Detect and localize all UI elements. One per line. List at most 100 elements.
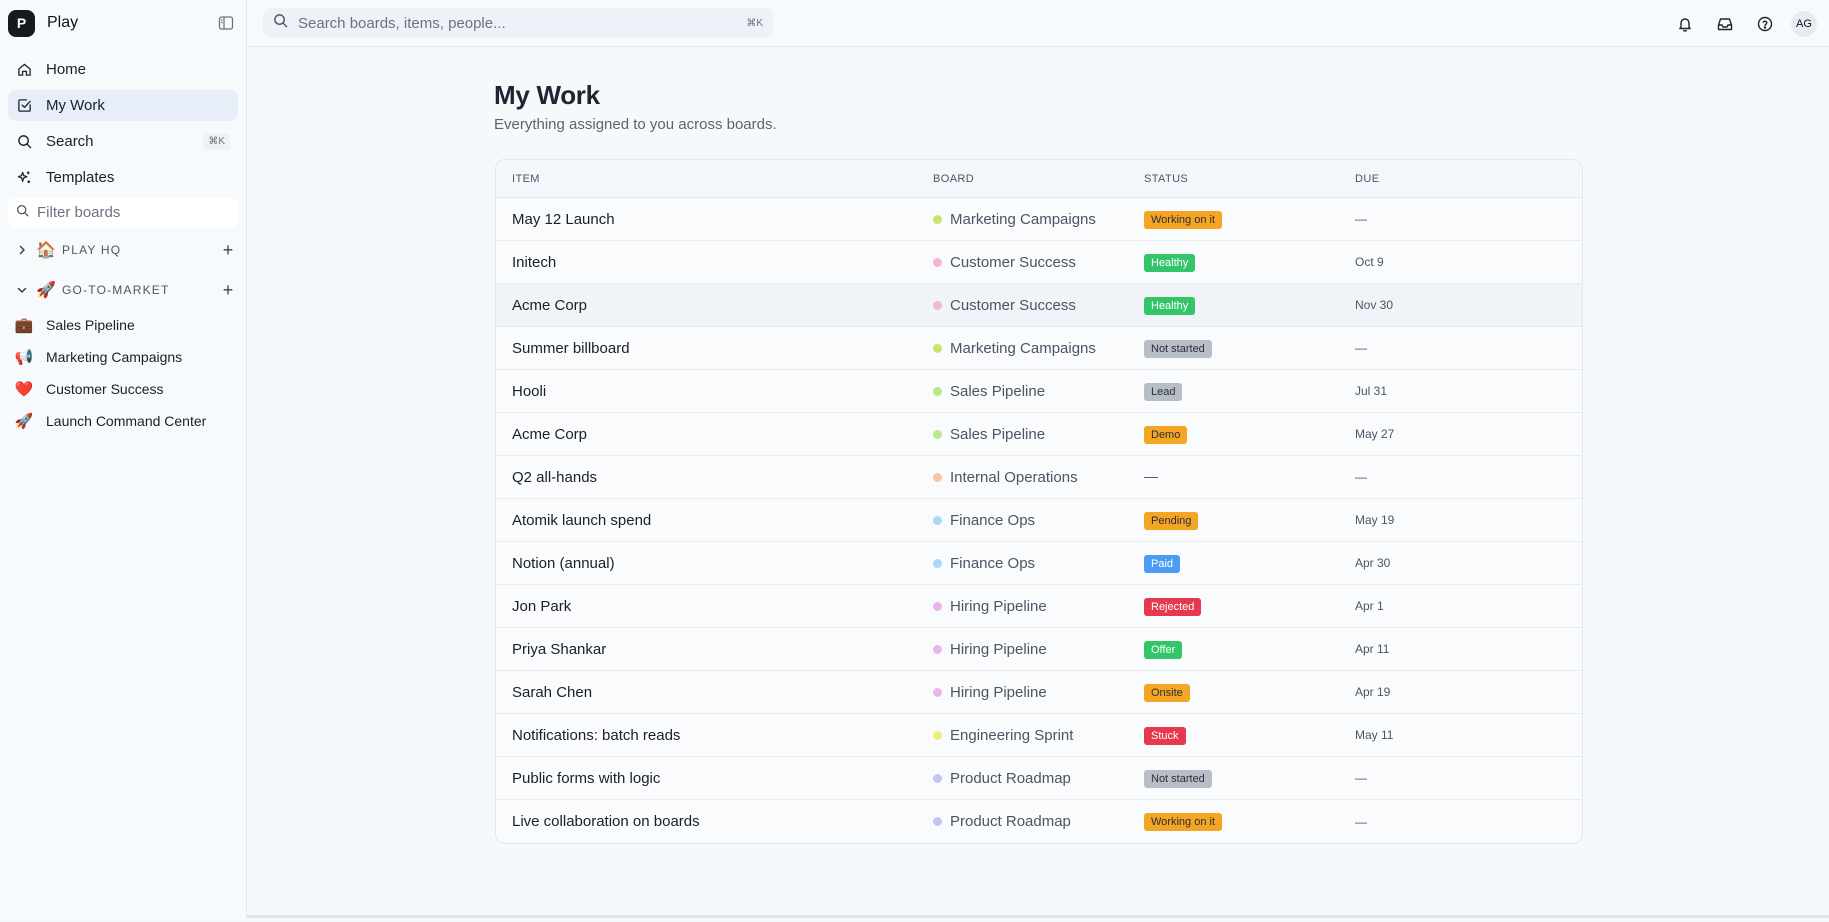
status-cell[interactable]: Working on it bbox=[1144, 210, 1355, 229]
table-row[interactable]: Acme Corp Sales Pipeline Demo May 27 bbox=[496, 413, 1582, 456]
board-sales-pipeline[interactable]: 💼 Sales Pipeline bbox=[8, 309, 238, 341]
due-date[interactable]: — bbox=[1355, 212, 1575, 226]
help-icon[interactable] bbox=[1753, 12, 1777, 36]
table-row[interactable]: May 12 Launch Marketing Campaigns Working … bbox=[496, 198, 1582, 241]
due-date[interactable]: — bbox=[1355, 771, 1575, 785]
board-cell[interactable]: Product Roadmap bbox=[933, 813, 1144, 830]
due-date[interactable]: May 11 bbox=[1355, 728, 1575, 742]
due-date[interactable]: May 27 bbox=[1355, 427, 1575, 441]
table-row[interactable]: Atomik launch spend Finance Ops Pending May… bbox=[496, 499, 1582, 542]
due-date[interactable]: Apr 19 bbox=[1355, 685, 1575, 699]
status-cell[interactable]: Onsite bbox=[1144, 683, 1355, 702]
due-date[interactable]: May 19 bbox=[1355, 513, 1575, 527]
due-date[interactable]: Apr 11 bbox=[1355, 642, 1575, 656]
nav-templates[interactable]: Templates bbox=[8, 162, 238, 193]
board-cell[interactable]: Engineering Sprint bbox=[933, 727, 1144, 744]
due-date[interactable]: Apr 30 bbox=[1355, 556, 1575, 570]
status-cell[interactable]: Stuck bbox=[1144, 726, 1355, 745]
inbox-icon[interactable] bbox=[1713, 12, 1737, 36]
sparkle-icon bbox=[16, 170, 32, 186]
chevron-right-icon[interactable] bbox=[14, 242, 30, 258]
due-date[interactable]: — bbox=[1355, 341, 1575, 355]
status-cell[interactable]: Lead bbox=[1144, 382, 1355, 401]
item-name[interactable]: Jon Park bbox=[496, 598, 933, 615]
board-launch-command-center[interactable]: 🚀 Launch Command Center bbox=[8, 405, 238, 437]
nav-home[interactable]: Home bbox=[8, 54, 238, 85]
board-cell[interactable]: Finance Ops bbox=[933, 555, 1144, 572]
board-cell[interactable]: Customer Success bbox=[933, 297, 1144, 314]
workspace-play-hq[interactable]: 🏠 PLAY HQ + bbox=[0, 235, 246, 265]
board-cell[interactable]: Marketing Campaigns bbox=[933, 211, 1144, 228]
collapse-sidebar-icon[interactable] bbox=[216, 13, 236, 33]
status-cell[interactable]: Offer bbox=[1144, 640, 1355, 659]
table-row[interactable]: Jon Park Hiring Pipeline Rejected Apr 1 bbox=[496, 585, 1582, 628]
status-cell[interactable]: Not started bbox=[1144, 769, 1355, 788]
status-cell[interactable]: Demo bbox=[1144, 425, 1355, 444]
add-board-plus-icon[interactable]: + bbox=[220, 280, 236, 301]
board-cell[interactable]: Product Roadmap bbox=[933, 770, 1144, 787]
item-name[interactable]: Acme Corp bbox=[496, 426, 933, 443]
app-name[interactable]: Play bbox=[47, 14, 216, 32]
status-cell[interactable]: Healthy bbox=[1144, 296, 1355, 315]
board-cell[interactable]: Hiring Pipeline bbox=[933, 684, 1144, 701]
table-row[interactable]: Q2 all-hands Internal Operations — — bbox=[496, 456, 1582, 499]
due-date[interactable]: — bbox=[1355, 470, 1575, 484]
status-cell[interactable]: — bbox=[1144, 468, 1355, 486]
status-cell[interactable]: Rejected bbox=[1144, 597, 1355, 616]
table-row[interactable]: Priya Shankar Hiring Pipeline Offer Apr 11 bbox=[496, 628, 1582, 671]
item-name[interactable]: Q2 all-hands bbox=[496, 469, 933, 486]
item-name[interactable]: Live collaboration on boards bbox=[496, 813, 933, 830]
item-name[interactable]: Notion (annual) bbox=[496, 555, 933, 572]
table-row[interactable]: Hooli Sales Pipeline Lead Jul 31 bbox=[496, 370, 1582, 413]
bell-icon[interactable] bbox=[1673, 12, 1697, 36]
status-cell[interactable]: Working on it bbox=[1144, 812, 1355, 831]
board-cell[interactable]: Marketing Campaigns bbox=[933, 340, 1144, 357]
due-date[interactable]: Jul 31 bbox=[1355, 384, 1575, 398]
board-cell[interactable]: Internal Operations bbox=[933, 469, 1144, 486]
workspace-go-to-market[interactable]: 🚀 GO-TO-MARKET + bbox=[0, 275, 246, 305]
board-marketing-campaigns[interactable]: 📢 Marketing Campaigns bbox=[8, 341, 238, 373]
due-date[interactable]: — bbox=[1355, 815, 1575, 829]
item-name[interactable]: Hooli bbox=[496, 383, 933, 400]
board-cell[interactable]: Sales Pipeline bbox=[933, 383, 1144, 400]
search-icon bbox=[273, 13, 288, 33]
avatar[interactable]: AG bbox=[1791, 11, 1817, 37]
status-cell[interactable]: Not started bbox=[1144, 339, 1355, 358]
item-name[interactable]: Public forms with logic bbox=[496, 770, 933, 787]
item-name[interactable]: Initech bbox=[496, 254, 933, 271]
table-row[interactable]: Acme Corp Customer Success Healthy Nov 30 bbox=[496, 284, 1582, 327]
nav-search[interactable]: Search ⌘K bbox=[8, 126, 238, 157]
nav-my-work[interactable]: My Work bbox=[8, 90, 238, 121]
table-row[interactable]: Notifications: batch reads Engineering Sp… bbox=[496, 714, 1582, 757]
table-row[interactable]: Summer billboard Marketing Campaigns Not s… bbox=[496, 327, 1582, 370]
item-name[interactable]: May 12 Launch bbox=[496, 211, 933, 228]
item-name[interactable]: Notifications: batch reads bbox=[496, 727, 933, 744]
board-cell[interactable]: Hiring Pipeline bbox=[933, 598, 1144, 615]
board-customer-success[interactable]: ❤️ Customer Success bbox=[8, 373, 238, 405]
table-row[interactable]: Notion (annual) Finance Ops Paid Apr 30 bbox=[496, 542, 1582, 585]
status-cell[interactable]: Pending bbox=[1144, 511, 1355, 530]
table-row[interactable]: Live collaboration on boards Product Road… bbox=[496, 800, 1582, 843]
item-name[interactable]: Priya Shankar bbox=[496, 641, 933, 658]
board-cell[interactable]: Sales Pipeline bbox=[933, 426, 1144, 443]
table-row[interactable]: Public forms with logic Product Roadmap No… bbox=[496, 757, 1582, 800]
chevron-down-icon[interactable] bbox=[14, 282, 30, 298]
board-cell[interactable]: Customer Success bbox=[933, 254, 1144, 271]
app-logo[interactable]: P bbox=[8, 9, 35, 37]
table-row[interactable]: Sarah Chen Hiring Pipeline Onsite Apr 19 bbox=[496, 671, 1582, 714]
filter-boards-input[interactable] bbox=[37, 204, 217, 221]
due-date[interactable]: Nov 30 bbox=[1355, 298, 1575, 312]
item-name[interactable]: Summer billboard bbox=[496, 340, 933, 357]
item-name[interactable]: Atomik launch spend bbox=[496, 512, 933, 529]
table-row[interactable]: Initech Customer Success Healthy Oct 9 bbox=[496, 241, 1582, 284]
global-search-input[interactable] bbox=[298, 14, 747, 32]
due-date[interactable]: Oct 9 bbox=[1355, 255, 1575, 269]
status-cell[interactable]: Healthy bbox=[1144, 253, 1355, 272]
status-cell[interactable]: Paid bbox=[1144, 554, 1355, 573]
item-name[interactable]: Acme Corp bbox=[496, 297, 933, 314]
add-board-plus-icon[interactable]: + bbox=[220, 240, 236, 261]
board-cell[interactable]: Hiring Pipeline bbox=[933, 641, 1144, 658]
board-cell[interactable]: Finance Ops bbox=[933, 512, 1144, 529]
due-date[interactable]: Apr 1 bbox=[1355, 599, 1575, 613]
item-name[interactable]: Sarah Chen bbox=[496, 684, 933, 701]
